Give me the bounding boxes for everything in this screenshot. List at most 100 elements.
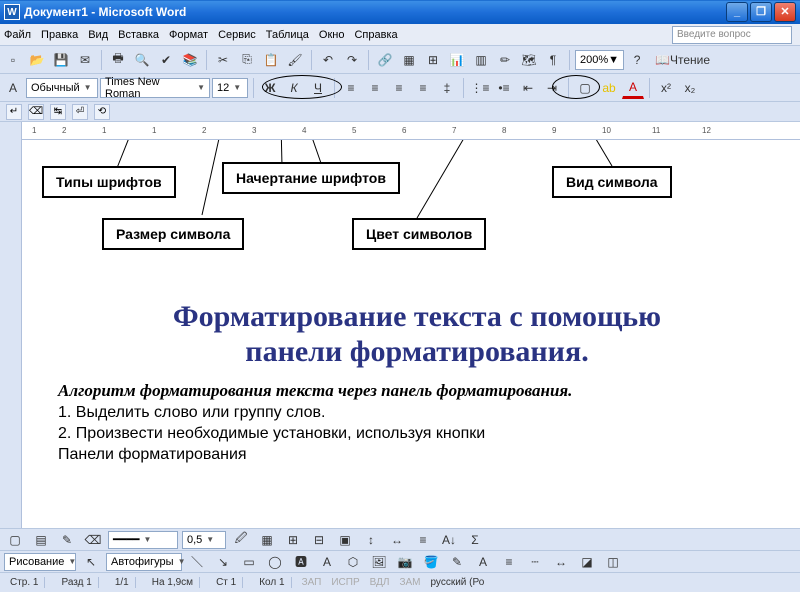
dashstyle-button[interactable]: ┄ <box>524 551 546 573</box>
oval-button[interactable]: ◯ <box>264 551 286 573</box>
underline-button[interactable]: Ч <box>307 77 329 99</box>
save-button[interactable]: 💾 <box>50 49 72 71</box>
hyperlink-button[interactable]: 🔗 <box>374 49 396 71</box>
rect-button[interactable]: ▭ <box>238 551 260 573</box>
drawing-button[interactable]: ✏ <box>494 49 516 71</box>
fontcolor-button[interactable]: A <box>472 551 494 573</box>
textbox-button[interactable]: 🅰 <box>290 551 312 573</box>
insert-table-button[interactable]: ⊞ <box>422 49 444 71</box>
line-style-combo[interactable]: ━━━━▼ <box>108 531 178 549</box>
style-combo[interactable]: Обычный▼ <box>26 78 98 98</box>
menu-window[interactable]: Окно <box>319 29 345 41</box>
tb-btn-14[interactable]: Σ <box>464 529 486 551</box>
preview-button[interactable]: 🔍 <box>131 49 153 71</box>
wordart-button[interactable]: A <box>316 551 338 573</box>
tb-btn-8[interactable]: ⊟ <box>308 529 330 551</box>
clipart-button[interactable]: 🖼 <box>368 551 390 573</box>
copy-button[interactable]: ⎘ <box>236 49 258 71</box>
tb-btn-6[interactable]: ▦ <box>256 529 278 551</box>
print-button[interactable]: 🖶 <box>107 49 129 71</box>
align-right-button[interactable]: ≡ <box>388 77 410 99</box>
tb-btn-5[interactable]: 🖉 <box>230 529 252 551</box>
zoom-combo[interactable]: 200%▼ <box>575 50 624 70</box>
diagram-button[interactable]: ⬡ <box>342 551 364 573</box>
excel-button[interactable]: 📊 <box>446 49 468 71</box>
show-marks-button[interactable]: ¶ <box>542 49 564 71</box>
drawing-menu[interactable]: Рисование▼ <box>4 553 76 571</box>
align-left-button[interactable]: ≡ <box>340 77 362 99</box>
close-button[interactable]: ✕ <box>774 2 796 22</box>
undo-button[interactable]: ↶ <box>317 49 339 71</box>
tiny-btn-3[interactable]: ↹ <box>50 104 66 120</box>
tb-btn-9[interactable]: ▣ <box>334 529 356 551</box>
autoshapes-menu[interactable]: Автофигуры▼ <box>106 553 182 571</box>
mail-button[interactable]: ✉ <box>74 49 96 71</box>
numbering-button[interactable]: ⋮≡ <box>469 77 491 99</box>
tb-btn-12[interactable]: ≡ <box>412 529 434 551</box>
italic-button[interactable]: К <box>283 77 305 99</box>
tb-btn-1[interactable]: ▢ <box>4 529 26 551</box>
menu-edit[interactable]: Правка <box>41 29 78 41</box>
maximize-button[interactable]: ❐ <box>750 2 772 22</box>
tiny-btn-2[interactable]: ⌫ <box>28 104 44 120</box>
tb-btn-3[interactable]: ✎ <box>56 529 78 551</box>
format-painter-button[interactable]: 🖌 <box>284 49 306 71</box>
styles-button[interactable]: A <box>2 77 24 99</box>
tiny-btn-5[interactable]: ⟲ <box>94 104 110 120</box>
line-button[interactable]: ＼ <box>186 551 208 573</box>
menu-view[interactable]: Вид <box>88 29 108 41</box>
tb-btn-4[interactable]: ⌫ <box>82 529 104 551</box>
research-button[interactable]: 📚 <box>179 49 201 71</box>
tiny-btn-4[interactable]: ⏎ <box>72 104 88 120</box>
bullets-button[interactable]: •≡ <box>493 77 515 99</box>
spell-button[interactable]: ✔ <box>155 49 177 71</box>
3d-button[interactable]: ◫ <box>602 551 624 573</box>
tb-btn-2[interactable]: ▤ <box>30 529 52 551</box>
fill-button[interactable]: 🪣 <box>420 551 442 573</box>
columns-button[interactable]: ▥ <box>470 49 492 71</box>
menu-format[interactable]: Формат <box>169 29 208 41</box>
tb-btn-10[interactable]: ↕ <box>360 529 382 551</box>
menu-insert[interactable]: Вставка <box>118 29 159 41</box>
arrowstyle-button[interactable]: ↔ <box>550 551 572 573</box>
menu-tools[interactable]: Сервис <box>218 29 256 41</box>
bold-button[interactable]: Ж <box>259 77 281 99</box>
highlight-button[interactable]: ab <box>598 77 620 99</box>
help-search-input[interactable]: Введите вопрос <box>672 26 792 44</box>
picture-button[interactable]: 📷 <box>394 551 416 573</box>
align-center-button[interactable]: ≡ <box>364 77 386 99</box>
menu-file[interactable]: Файл <box>4 29 31 41</box>
justify-button[interactable]: ≡ <box>412 77 434 99</box>
redo-button[interactable]: ↷ <box>341 49 363 71</box>
line-spacing-button[interactable]: ‡ <box>436 77 458 99</box>
borders-button[interactable]: ▢ <box>574 77 596 99</box>
menu-help[interactable]: Справка <box>354 29 397 41</box>
paste-button[interactable]: 📋 <box>260 49 282 71</box>
subscript-button[interactable]: x₂ <box>679 77 701 99</box>
vertical-ruler[interactable] <box>0 140 22 528</box>
line-weight-combo[interactable]: 0,5▼ <box>182 531 226 549</box>
tb-btn-13[interactable]: A↓ <box>438 529 460 551</box>
read-mode-button[interactable]: 📖 Чтение <box>650 49 715 71</box>
tb-btn-7[interactable]: ⊞ <box>282 529 304 551</box>
open-button[interactable]: 📂 <box>26 49 48 71</box>
horizontal-ruler[interactable]: 1 2 1 1 2 3 4 5 6 7 8 9 10 11 12 <box>22 122 800 140</box>
help-button[interactable]: ? <box>626 49 648 71</box>
tables-button[interactable]: ▦ <box>398 49 420 71</box>
decrease-indent-button[interactable]: ⇤ <box>517 77 539 99</box>
font-color-button[interactable]: A <box>622 77 644 99</box>
minimize-button[interactable]: _ <box>726 2 748 22</box>
linecolor-button[interactable]: ✎ <box>446 551 468 573</box>
new-doc-button[interactable]: ▫ <box>2 49 24 71</box>
linestyle-button[interactable]: ≡ <box>498 551 520 573</box>
font-size-combo[interactable]: 12▼ <box>212 78 248 98</box>
tb-btn-11[interactable]: ↔ <box>386 529 408 551</box>
document-page[interactable]: Типы шрифтов Начертание шрифтов Вид симв… <box>22 140 800 528</box>
menu-table[interactable]: Таблица <box>266 29 309 41</box>
font-combo[interactable]: Times New Roman▼ <box>100 78 210 98</box>
arrow-button[interactable]: ↘ <box>212 551 234 573</box>
superscript-button[interactable]: x² <box>655 77 677 99</box>
cut-button[interactable]: ✂ <box>212 49 234 71</box>
select-button[interactable]: ↖ <box>80 551 102 573</box>
increase-indent-button[interactable]: ⇥ <box>541 77 563 99</box>
